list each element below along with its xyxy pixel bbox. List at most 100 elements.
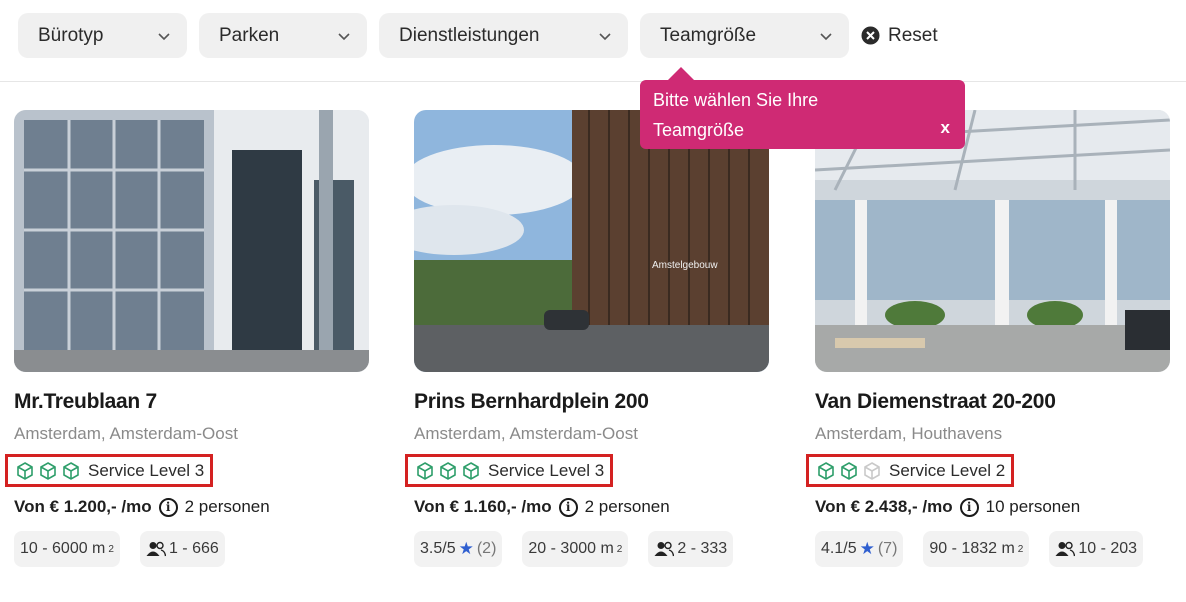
filter-teamgroesse-dropdown[interactable]: Teamgröße — [640, 13, 849, 58]
area-chip: 20 - 3000 m2 — [522, 531, 629, 567]
tooltip-arrow — [667, 67, 695, 81]
city: Amsterdam — [14, 424, 101, 443]
cube-icon — [841, 461, 857, 480]
service-level-badge: Service Level 3 — [405, 454, 614, 487]
office-building-image — [14, 110, 369, 372]
city: Amsterdam — [815, 424, 902, 443]
rating-chip[interactable]: 3.5/5 ★ (2) — [414, 531, 503, 567]
star-icon: ★ — [458, 539, 474, 558]
chevron-down-icon — [338, 32, 350, 40]
cube-icon-inactive — [864, 461, 880, 480]
area-value: 20 - 3000 m — [528, 540, 614, 557]
filter-label: Bürotyp — [38, 24, 104, 46]
persons: 2 personen — [184, 497, 270, 516]
info-icon[interactable]: i — [558, 497, 578, 517]
service-level-badge: Service Level 3 — [5, 454, 214, 487]
price: Von € 1.160,- /mo — [414, 497, 552, 516]
filter-buerotyp-dropdown[interactable]: Bürotyp — [18, 13, 187, 58]
rating-value: 4.1/5 — [821, 540, 857, 557]
cube-icon — [17, 461, 33, 480]
district: Amsterdam-Oost — [509, 424, 638, 443]
cube-icon — [440, 461, 456, 480]
persons: 2 personen — [584, 497, 670, 516]
reset-label: Reset — [888, 24, 938, 46]
service-level-label: Service Level 2 — [889, 460, 1006, 480]
team-chip: 1 - 666 — [139, 531, 225, 567]
separator: , — [100, 424, 106, 443]
office-building-image: Amstelgebouw — [414, 110, 769, 372]
rating-chip[interactable]: 4.1/5 ★ (7) — [815, 531, 904, 567]
filter-label: Teamgröße — [660, 24, 757, 46]
office-title[interactable]: Prins Bernhardplein 200 — [414, 390, 770, 418]
chevron-down-icon — [820, 32, 832, 40]
office-card[interactable]: Mr.Treublaan 7 Amsterdam, Amsterdam-Oost… — [5, 110, 370, 567]
office-location: Amsterdam, Houthavens — [815, 424, 1171, 446]
chips-row: 10 - 6000 m2 1 - 666 — [14, 531, 370, 567]
separator: , — [901, 424, 907, 443]
cube-icon — [417, 461, 433, 480]
team-value: 1 - 666 — [168, 540, 219, 557]
close-circle-icon — [861, 26, 880, 45]
area-chip: 10 - 6000 m2 — [14, 531, 120, 567]
star-icon: ★ — [859, 539, 875, 558]
office-photo[interactable] — [14, 110, 369, 372]
people-icon — [146, 541, 166, 557]
filter-parken-dropdown[interactable]: Parken — [199, 13, 367, 58]
price: Von € 1.200,- /mo — [14, 497, 152, 516]
teamsize-tooltip: Bitte wählen Sie Ihre Teamgröße x — [640, 67, 965, 149]
area-unit-sup: 2 — [616, 543, 623, 555]
office-photo[interactable] — [815, 110, 1170, 372]
office-location: Amsterdam, Amsterdam-Oost — [414, 424, 770, 446]
price: Von € 2.438,- /mo — [815, 497, 953, 516]
info-icon[interactable]: i — [959, 497, 979, 517]
service-level-badge: Service Level 2 — [806, 454, 1015, 487]
team-value: 10 - 203 — [1078, 540, 1138, 557]
office-card[interactable]: Van Diemenstraat 20-200 Amsterdam, Houth… — [806, 110, 1171, 567]
cube-icon — [63, 461, 79, 480]
separator: , — [500, 424, 506, 443]
chips-row: 3.5/5 ★ (2) 20 - 3000 m2 2 - 333 — [414, 531, 770, 567]
review-count: (7) — [877, 540, 898, 557]
area-chip: 90 - 1832 m2 — [923, 531, 1030, 567]
reset-button[interactable]: Reset — [861, 13, 938, 58]
service-level-label: Service Level 3 — [488, 460, 605, 480]
chips-row: 4.1/5 ★ (7) 90 - 1832 m2 10 - 203 — [815, 531, 1171, 567]
service-level-label: Service Level 3 — [88, 460, 205, 480]
office-photo[interactable]: Amstelgebouw — [414, 110, 769, 372]
office-title[interactable]: Van Diemenstraat 20-200 — [815, 390, 1171, 418]
tooltip-line1: Bitte wählen Sie Ihre — [653, 90, 819, 110]
office-interior-image — [815, 110, 1170, 372]
info-icon[interactable]: i — [158, 497, 178, 517]
people-icon — [654, 541, 675, 557]
filter-label: Dienstleistungen — [399, 24, 540, 46]
district: Houthavens — [911, 424, 1003, 443]
persons: 10 personen — [985, 497, 1081, 516]
cube-icon — [40, 461, 56, 480]
city: Amsterdam — [414, 424, 501, 443]
chevron-down-icon — [599, 32, 611, 40]
chevron-down-icon — [158, 32, 170, 40]
cube-icon — [818, 461, 834, 480]
price-row: Von € 2.438,- /mo i 10 personen — [815, 495, 1171, 519]
people-icon — [1055, 541, 1076, 557]
filter-label: Parken — [219, 24, 280, 46]
office-card[interactable]: Amstelgebouw Prins Bernhardplein 200 Ams… — [405, 110, 770, 567]
review-count: (2) — [476, 540, 497, 557]
area-value: 90 - 1832 m — [929, 540, 1015, 557]
area-unit-sup: 2 — [1017, 543, 1024, 555]
team-chip: 10 - 203 — [1049, 531, 1144, 567]
office-location: Amsterdam, Amsterdam-Oost — [14, 424, 370, 446]
rating-value: 3.5/5 — [420, 540, 456, 557]
cube-icon — [463, 461, 479, 480]
team-chip: 2 - 333 — [648, 531, 734, 567]
tooltip-close-button[interactable]: x — [941, 118, 950, 138]
tooltip-line2: Teamgröße — [653, 120, 745, 140]
team-value: 2 - 333 — [677, 540, 728, 557]
district: Amsterdam-Oost — [109, 424, 238, 443]
filter-bar: Bürotyp Parken Dienstleistungen Teamgröß… — [0, 0, 1186, 82]
office-title[interactable]: Mr.Treublaan 7 — [14, 390, 370, 418]
filter-dienstleistungen-dropdown[interactable]: Dienstleistungen — [379, 13, 628, 58]
building-sign: Amstelgebouw — [652, 260, 718, 271]
area-unit-sup: 2 — [108, 543, 114, 555]
price-row: Von € 1.160,- /mo i 2 personen — [414, 495, 770, 519]
